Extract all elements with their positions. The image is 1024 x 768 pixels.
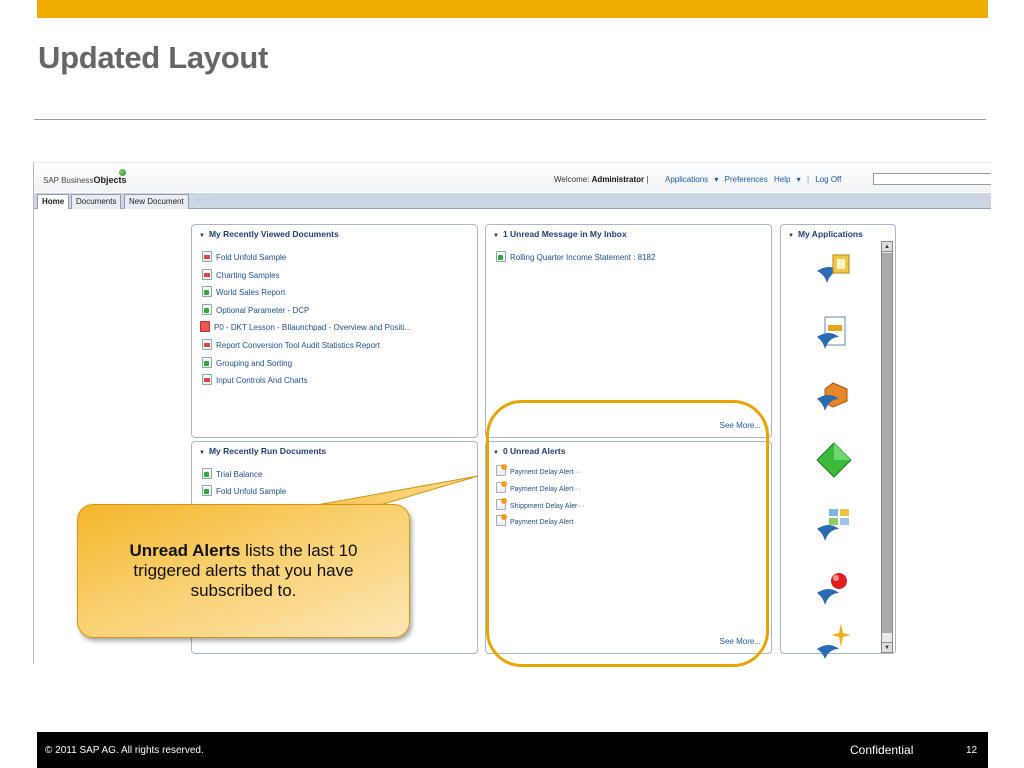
crystal-report-icon: [202, 357, 212, 368]
crystal-report-icon: [202, 286, 212, 297]
list-item[interactable]: World Sales Report: [202, 286, 285, 298]
list-item[interactable]: Fold Unfold Sample: [202, 485, 286, 497]
crystal-report-icon: [202, 485, 212, 496]
my-applications-title: ▼ My Applications: [788, 229, 863, 239]
callout-bold-text: Unread Alerts: [129, 541, 241, 560]
list-item[interactable]: Rolling Quarter Income Statement : 8182: [496, 251, 655, 263]
tab-new-document[interactable]: New Document: [124, 194, 189, 209]
pinpoint-icon[interactable]: [815, 569, 853, 607]
applications-scrollbar[interactable]: ▲ ▼: [881, 241, 893, 653]
unread-alerts-callout: Unread Alerts lists the last 10 triggere…: [77, 504, 410, 638]
inbox-title: ▼ 1 Unread Message in My Inbox: [493, 229, 627, 239]
preferences-link[interactable]: Preferences: [725, 175, 768, 184]
list-item[interactable]: Trial Balance: [202, 468, 262, 480]
header-menu: Applications ▾ Preferences Help ▾ | Log …: [665, 175, 842, 184]
webi-report-icon: [202, 374, 212, 385]
crystal-report-icon: [202, 304, 212, 315]
top-accent-bar: [37, 0, 988, 18]
webi-report-icon: [202, 251, 212, 262]
list-item[interactable]: Grouping and Sorting: [202, 357, 292, 369]
scroll-up-button[interactable]: ▲: [882, 242, 892, 252]
list-item[interactable]: Optional Parameter - DCP: [202, 304, 309, 316]
web-intelligence-icon[interactable]: [815, 313, 853, 351]
applications-menu[interactable]: Applications ▾: [665, 175, 718, 184]
log-off-link[interactable]: Log Off: [815, 175, 841, 184]
dashboard-icon[interactable]: [815, 441, 853, 479]
webi-report-icon: [202, 339, 212, 350]
crystal-report-icon: [496, 251, 506, 262]
scroll-thumb[interactable]: [882, 253, 892, 633]
explorer-icon[interactable]: [815, 377, 853, 415]
user-name: Administrator: [591, 175, 645, 184]
page-number: 12: [966, 745, 978, 756]
my-applications-panel: ▼ My Applications: [780, 224, 896, 659]
list-item[interactable]: P0 - DKT Lesson - BIlaunchpad - Overview…: [200, 321, 412, 333]
slide-title: Updated Layout: [38, 40, 269, 75]
logo-globe-icon: [119, 169, 126, 176]
webi-report-icon: [202, 269, 212, 280]
tab-bar: Home Documents New Document ⌕ ‹ ›: [34, 193, 991, 209]
crystal-report-icon: [202, 468, 212, 479]
recently-run-title: ▼ My Recently Run Documents: [199, 446, 327, 456]
search-input[interactable]: [873, 173, 991, 185]
star-icon[interactable]: [815, 621, 853, 659]
scroll-down-button[interactable]: ▼: [882, 642, 892, 652]
title-divider: [34, 119, 986, 120]
bi-workspace-icon[interactable]: [815, 505, 853, 543]
app-header: SAP BusinessObjects Welcome: Administrat…: [34, 162, 991, 192]
cmc-icon[interactable]: [815, 249, 853, 287]
slide-footer: © 2011 SAP AG. All rights reserved. Conf…: [37, 732, 988, 768]
tab-controls-icons: ⌕ ‹ ›: [197, 197, 210, 204]
alerts-highlight-outline: [486, 400, 769, 667]
pdf-icon: [200, 321, 210, 332]
recently-viewed-panel: ▼ My Recently Viewed Documents Fold Unfol…: [191, 224, 478, 438]
list-item[interactable]: Fold Unfold Sample: [202, 251, 286, 263]
welcome-text: Welcome: Administrator |: [554, 175, 649, 184]
tab-home[interactable]: Home: [37, 194, 70, 209]
tab-documents[interactable]: Documents: [71, 194, 122, 209]
confidential-label: Confidential: [850, 743, 914, 757]
list-item[interactable]: Input Controls And Charts: [202, 374, 308, 386]
sap-businessobjects-logo: SAP BusinessObjects: [43, 175, 127, 185]
copyright-text: © 2011 SAP AG. All rights reserved.: [45, 745, 204, 756]
recently-viewed-title: ▼ My Recently Viewed Documents: [199, 229, 339, 239]
list-item[interactable]: Charting Samples: [202, 269, 280, 281]
help-menu[interactable]: Help ▾: [774, 175, 801, 184]
list-item[interactable]: Report Conversion Tool Audit Statistics …: [202, 339, 380, 351]
